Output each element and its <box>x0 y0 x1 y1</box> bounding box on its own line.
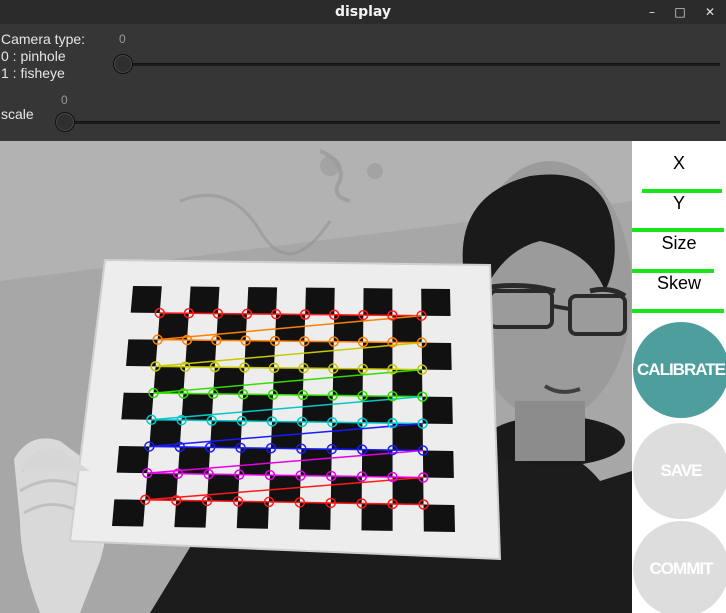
calibrate-button[interactable]: CALIBRATE <box>633 322 726 418</box>
minimize-icon[interactable]: – <box>640 0 664 24</box>
checker-square <box>361 503 393 531</box>
calibration-panel: X Y Size Skew CALIBRATE SAVE COMMIT <box>632 141 726 613</box>
checker-square <box>112 499 146 527</box>
checker-square <box>241 394 274 422</box>
checker-square <box>330 476 362 504</box>
checker-square <box>392 423 423 451</box>
scale-value: 0 <box>61 93 68 107</box>
checker-square <box>302 395 333 423</box>
checker-square <box>392 477 424 505</box>
camera-type-slider-handle[interactable] <box>113 54 133 74</box>
skew-label: Skew <box>656 273 701 293</box>
y-label: Y <box>672 193 685 213</box>
trackbar-panel: Camera type: 0 : pinhole 1 : fisheye 0 s… <box>0 24 726 141</box>
checker-square <box>303 341 334 369</box>
window-title: display <box>334 4 392 20</box>
checker-square <box>421 288 451 316</box>
commit-button[interactable]: COMMIT <box>633 521 726 613</box>
checker-square <box>246 287 278 315</box>
checker-square <box>392 369 423 397</box>
maximize-icon[interactable]: □ <box>668 0 692 24</box>
save-button[interactable]: SAVE <box>633 423 726 519</box>
checker-square <box>421 342 452 370</box>
scale-label: scale <box>1 106 34 122</box>
checker-square <box>332 368 363 396</box>
checker-square <box>422 450 454 478</box>
y-progress-bar <box>632 228 724 232</box>
checker-square <box>423 504 455 532</box>
camera-type-track[interactable] <box>120 63 720 66</box>
checker-square <box>333 314 364 342</box>
checker-square <box>305 287 335 315</box>
checkerboard-card <box>68 258 502 561</box>
x-label: X <box>672 153 685 173</box>
checker-square <box>392 315 422 343</box>
checker-square <box>422 396 453 424</box>
close-icon[interactable]: ✕ <box>698 0 722 24</box>
checker-square <box>363 288 393 316</box>
checker-square <box>300 448 332 477</box>
camera-type-label: Camera type: 0 : pinhole 1 : fisheye <box>1 31 86 81</box>
scale-slider-handle[interactable] <box>55 112 75 132</box>
title-bar[interactable]: display – □ ✕ <box>0 0 726 24</box>
checker-square <box>236 501 269 529</box>
checker-square <box>331 422 363 450</box>
camera-type-value: 0 <box>119 32 126 46</box>
checker-square <box>239 447 271 476</box>
scale-track[interactable] <box>62 121 720 124</box>
checker-square <box>299 502 331 530</box>
skew-progress-bar <box>632 309 724 313</box>
size-label: Size <box>661 233 697 253</box>
camera-feed <box>0 141 632 613</box>
